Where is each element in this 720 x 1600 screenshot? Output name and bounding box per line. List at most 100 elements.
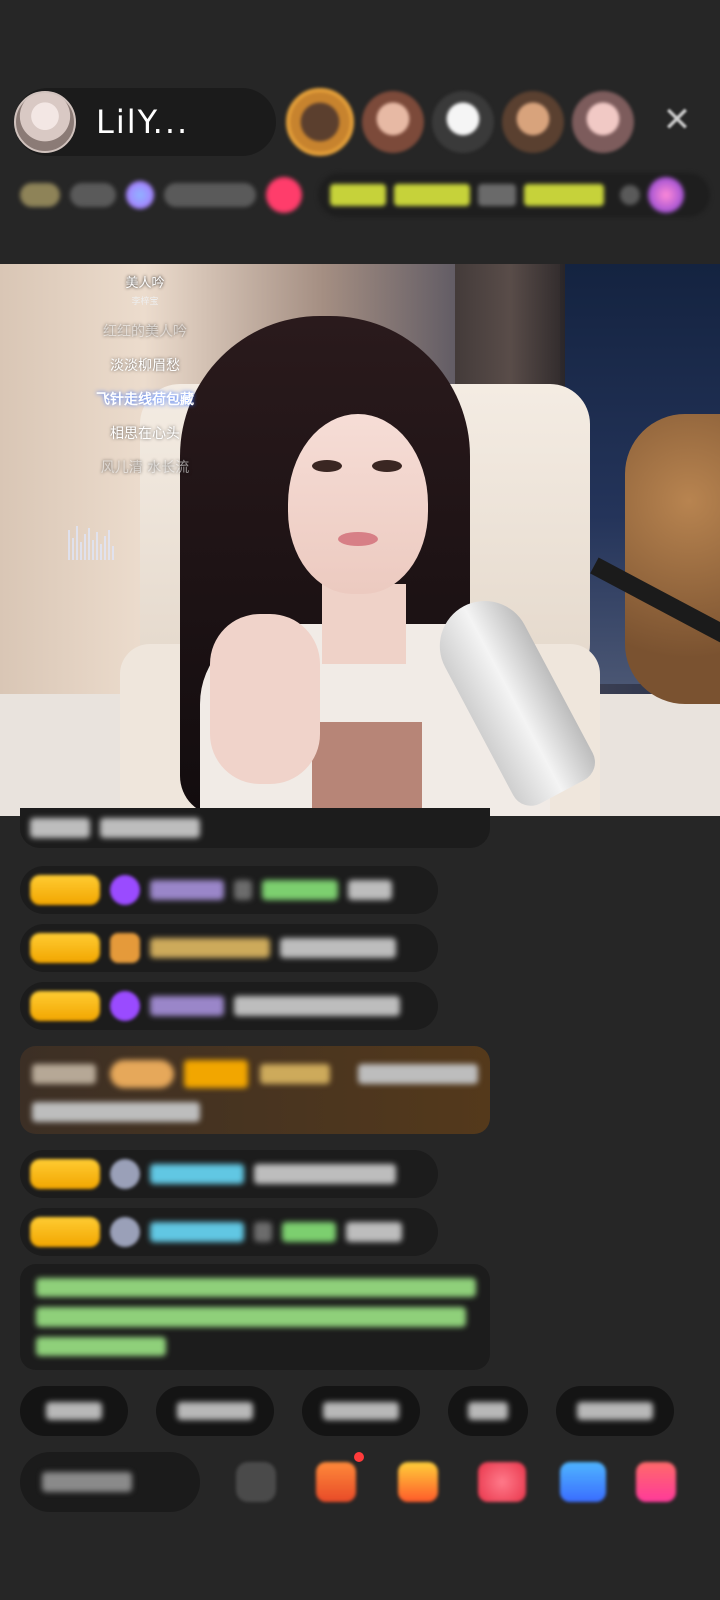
chat-text (100, 818, 200, 838)
quick-chip[interactable] (448, 1386, 528, 1436)
system-text (36, 1307, 466, 1327)
chat-username[interactable] (260, 1064, 330, 1084)
viewer-avatar[interactable] (572, 91, 634, 153)
close-icon[interactable]: ✕ (660, 103, 694, 137)
host-avatar[interactable] (14, 91, 76, 153)
lyric-line: 风儿清 水长流 (100, 460, 190, 476)
activity-tag (330, 184, 386, 206)
bottom-toolbar (20, 1452, 710, 1524)
song-title: 美人吟 (125, 276, 165, 291)
quick-chip[interactable] (302, 1386, 420, 1436)
chat-text (234, 996, 400, 1016)
lyric-line: 淡淡柳眉愁 (110, 358, 180, 374)
song-singer: 李梓宝 (70, 294, 220, 307)
lyrics-overlay: 美人吟 李梓宝 红红的美人吟 淡淡柳眉愁 飞针走线荷包藏 相思在心头 风儿清 水… (70, 272, 220, 477)
stream-status-row (20, 173, 710, 217)
user-icon (110, 1159, 140, 1189)
chat-message (20, 866, 438, 914)
streamer-top (312, 722, 422, 816)
host-name: LilY... (96, 103, 190, 141)
level-badge (30, 933, 100, 963)
host-profile-pill[interactable]: LilY... (14, 88, 276, 156)
chat-input[interactable] (20, 1452, 200, 1512)
viewer-avatar[interactable] (286, 88, 354, 156)
viewer-avatar[interactable] (502, 91, 564, 153)
notification-dot (354, 1452, 364, 1462)
more-icon[interactable] (236, 1462, 276, 1502)
streamer-neck (322, 584, 406, 664)
chevron-icon (620, 185, 640, 205)
user-icon (110, 1217, 140, 1247)
treasure-icon[interactable] (398, 1462, 438, 1502)
viewer-avatar[interactable] (362, 91, 424, 153)
chat-username[interactable] (282, 1222, 336, 1242)
quick-reply-chips (20, 1386, 674, 1436)
system-notice (20, 1264, 490, 1370)
streamer-eye (312, 460, 342, 472)
viewer-avatar[interactable] (432, 91, 494, 153)
heart-badge-icon[interactable] (266, 177, 302, 213)
level-badge (30, 991, 100, 1021)
system-text (36, 1278, 476, 1298)
chat-text (348, 880, 392, 900)
lyric-line: 红红的美人吟 (103, 324, 187, 340)
chat-username[interactable] (150, 938, 270, 958)
chat-username[interactable] (150, 1222, 244, 1242)
singer-name: 李梓宝 (131, 297, 159, 307)
heart-gift-icon[interactable] (478, 1462, 526, 1502)
chat-text (280, 938, 396, 958)
gift-icon[interactable] (636, 1462, 676, 1502)
event-icon[interactable] (648, 177, 684, 213)
activity-tag (524, 184, 604, 206)
rank-label (70, 183, 116, 207)
chat-username[interactable] (150, 996, 224, 1016)
chat-input-placeholder (42, 1472, 132, 1492)
game-icon[interactable] (560, 1462, 606, 1502)
fans-label (164, 183, 256, 207)
level-badge (30, 1159, 100, 1189)
activity-tag (478, 184, 516, 206)
fan-badge-icon (110, 933, 140, 963)
chat-message (20, 1208, 438, 1256)
streamer-eye (372, 460, 402, 472)
diamond-icon (126, 181, 154, 209)
chat-message (20, 924, 438, 972)
audio-equalizer (68, 526, 114, 560)
quick-chip[interactable] (20, 1386, 128, 1436)
level-badge (30, 1217, 100, 1247)
gift-message (20, 1046, 490, 1134)
diamond-icon (110, 991, 140, 1021)
chat-message (20, 982, 438, 1030)
chat-text (234, 880, 252, 900)
streamer-face (288, 414, 428, 594)
gift-badge (110, 1060, 174, 1088)
streamer-hand (210, 614, 320, 784)
streamer-lips (338, 532, 378, 546)
lyric-line: 相思在心头 (110, 426, 180, 442)
activity-tag (394, 184, 470, 206)
chat-text (254, 1164, 396, 1184)
teddy-bear (625, 414, 720, 704)
live-video[interactable]: 美人吟 李梓宝 红红的美人吟 淡淡柳眉愁 飞针走线荷包藏 相思在心头 风儿清 水… (0, 264, 720, 816)
chat-text (254, 1222, 272, 1242)
stream-info-chips[interactable] (20, 173, 320, 217)
gift-text (32, 1102, 200, 1122)
system-text (36, 1336, 166, 1356)
quick-chip[interactable] (156, 1386, 274, 1436)
top-viewers-list (286, 88, 634, 156)
quick-chip[interactable] (556, 1386, 674, 1436)
rank-badge[interactable] (20, 183, 60, 207)
chat-username[interactable] (150, 1164, 244, 1184)
chat-message (20, 1150, 438, 1198)
chat-message (20, 808, 490, 848)
gift-box-icon[interactable] (316, 1462, 356, 1502)
chat-text (30, 818, 90, 838)
level-badge (184, 1060, 248, 1088)
level-badge (30, 875, 100, 905)
activity-banner[interactable] (318, 173, 710, 217)
lyric-line-active: 飞针走线荷包藏 (96, 392, 194, 408)
chat-username[interactable] (262, 880, 338, 900)
chat-username[interactable] (150, 880, 224, 900)
diamond-icon (110, 875, 140, 905)
chat-text (346, 1222, 402, 1242)
